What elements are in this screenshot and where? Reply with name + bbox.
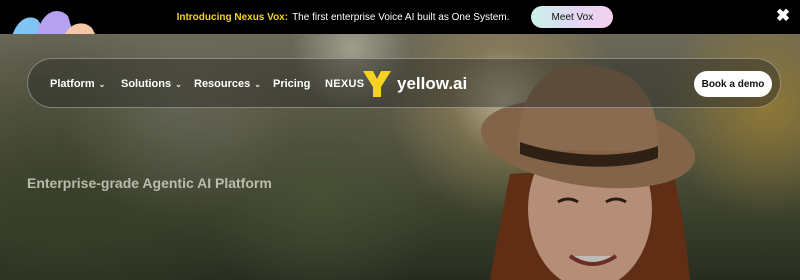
- hero-tagline: Enterprise-grade Agentic AI Platform: [27, 175, 272, 191]
- book-demo-button[interactable]: Book a demo: [694, 71, 772, 97]
- chevron-down-icon: ⌄: [175, 79, 182, 89]
- main-nav: Platform ⌄ Solutions ⌄ Resources ⌄ Prici…: [27, 58, 781, 108]
- nav-item-resources[interactable]: Resources ⌄: [194, 59, 261, 109]
- announcement-text: The first enterprise Voice AI built as O…: [292, 11, 510, 23]
- nav-item-label: Pricing: [273, 78, 311, 90]
- close-icon[interactable]: ✖: [774, 7, 792, 25]
- announcement-bar: Introducing Nexus Vox: The first enterpr…: [0, 0, 800, 36]
- announcement-message: Introducing Nexus Vox: The first enterpr…: [177, 12, 510, 23]
- chevron-down-icon: ⌄: [254, 79, 261, 89]
- nexus-label: NEXUS: [325, 78, 365, 90]
- decorative-blob-icon: [12, 10, 96, 36]
- nav-item-solutions[interactable]: Solutions ⌄: [121, 59, 182, 109]
- brand-logo-icon: [363, 71, 391, 97]
- brand-name: yellow.ai: [397, 74, 468, 93]
- nav-item-label: Platform: [50, 78, 95, 90]
- nav-item-label: Solutions: [121, 78, 172, 90]
- brand-logo[interactable]: yellow.ai: [363, 67, 467, 101]
- meet-vox-button[interactable]: Meet Vox: [531, 6, 614, 28]
- nav-item-platform[interactable]: Platform ⌄: [50, 59, 105, 109]
- nav-item-label: Resources: [194, 78, 251, 90]
- announcement-highlight: Introducing Nexus Vox:: [176, 11, 289, 23]
- nav-item-pricing[interactable]: Pricing: [273, 59, 310, 109]
- chevron-down-icon: ⌄: [98, 79, 106, 89]
